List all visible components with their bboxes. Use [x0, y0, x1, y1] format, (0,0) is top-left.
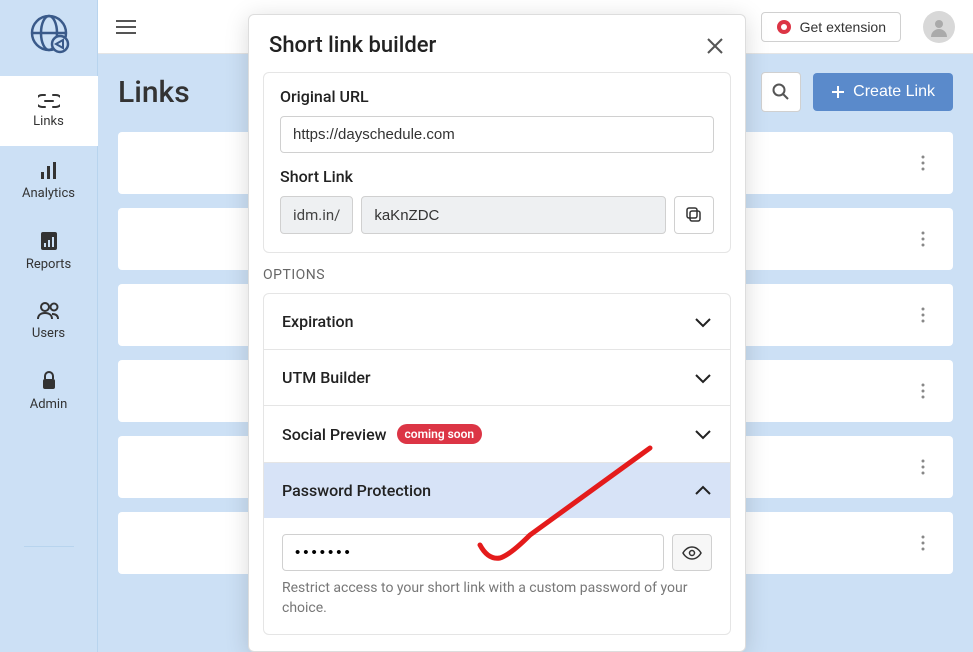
password-input[interactable]	[282, 534, 664, 571]
sidebar-item-label: Links	[33, 114, 64, 129]
accordion-item-social: Social Preview coming soon	[264, 406, 730, 463]
chevron-down-icon	[694, 372, 712, 384]
close-icon	[705, 36, 725, 56]
url-card: Original URL Short Link idm.in/	[263, 72, 731, 253]
app-logo	[26, 10, 72, 56]
slug-input[interactable]	[361, 196, 666, 234]
short-link-modal: Short link builder Original URL Short Li…	[248, 14, 746, 652]
sidebar: Links Analytics Reports Users Admin	[0, 0, 98, 652]
modal-body: Original URL Short Link idm.in/ OPTIONS …	[249, 72, 745, 651]
analytics-icon	[39, 162, 59, 180]
accordion-header-password[interactable]: Password Protection	[264, 463, 730, 518]
link-icon	[38, 94, 60, 108]
chevron-down-icon	[694, 316, 712, 328]
avatar[interactable]	[923, 11, 955, 43]
create-link-label: Create Link	[853, 83, 935, 101]
modal-header: Short link builder	[249, 15, 745, 72]
sidebar-item-analytics[interactable]: Analytics	[0, 146, 98, 216]
chevron-up-icon	[694, 485, 712, 497]
reports-icon	[40, 231, 58, 251]
modal-title: Short link builder	[269, 33, 705, 58]
hamburger-icon[interactable]	[116, 19, 136, 35]
row-menu-button[interactable]	[911, 451, 935, 483]
sidebar-item-label: Analytics	[22, 186, 75, 201]
copy-button[interactable]	[674, 196, 714, 234]
options-label: OPTIONS	[263, 267, 731, 283]
accordion-item-expiration: Expiration	[264, 294, 730, 350]
copy-icon	[685, 206, 703, 224]
get-extension-button[interactable]: Get extension	[761, 12, 901, 42]
row-menu-button[interactable]	[911, 375, 935, 407]
accordion-header-social[interactable]: Social Preview coming soon	[264, 406, 730, 462]
accordion-title: Social Preview	[282, 425, 387, 444]
eye-icon	[682, 546, 702, 560]
accordion-item-utm: UTM Builder	[264, 350, 730, 406]
chrome-icon	[776, 19, 792, 35]
coming-soon-badge: coming soon	[397, 424, 483, 444]
password-help-text: Restrict access to your short link with …	[282, 579, 712, 618]
sidebar-item-label: Admin	[30, 397, 68, 412]
users-icon	[37, 302, 61, 320]
accordion-header-expiration[interactable]: Expiration	[264, 294, 730, 349]
domain-prefix: idm.in/	[280, 196, 353, 234]
toggle-password-visibility[interactable]	[672, 534, 712, 571]
options-accordion: Expiration UTM Builder Social Preview co…	[263, 293, 731, 635]
accordion-title: Expiration	[282, 312, 354, 331]
sidebar-item-links[interactable]: Links	[0, 76, 98, 146]
sidebar-item-users[interactable]: Users	[0, 286, 98, 356]
sidebar-item-label: Reports	[26, 257, 71, 272]
accordion-body-password: Restrict access to your short link with …	[264, 518, 730, 634]
plus-icon	[831, 85, 845, 99]
row-menu-button[interactable]	[911, 299, 935, 331]
short-link-label: Short Link	[280, 167, 714, 186]
original-url-input[interactable]	[280, 116, 714, 153]
sidebar-item-reports[interactable]: Reports	[0, 216, 98, 286]
close-button[interactable]	[705, 36, 725, 56]
sidebar-item-label: Users	[32, 326, 65, 341]
row-menu-button[interactable]	[911, 223, 935, 255]
accordion-item-password: Password Protection Restrict access to y…	[264, 463, 730, 634]
get-extension-label: Get extension	[800, 19, 886, 35]
create-link-button[interactable]: Create Link	[813, 73, 953, 111]
original-url-label: Original URL	[280, 87, 714, 106]
accordion-header-utm[interactable]: UTM Builder	[264, 350, 730, 405]
chevron-down-icon	[694, 428, 712, 440]
sidebar-divider	[24, 546, 74, 547]
accordion-title: UTM Builder	[282, 368, 371, 387]
sidebar-item-admin[interactable]: Admin	[0, 356, 98, 426]
search-button[interactable]	[761, 72, 801, 112]
accordion-title: Password Protection	[282, 481, 431, 500]
row-menu-button[interactable]	[911, 527, 935, 559]
row-menu-button[interactable]	[911, 147, 935, 179]
lock-icon	[41, 371, 57, 391]
search-icon	[772, 83, 790, 101]
